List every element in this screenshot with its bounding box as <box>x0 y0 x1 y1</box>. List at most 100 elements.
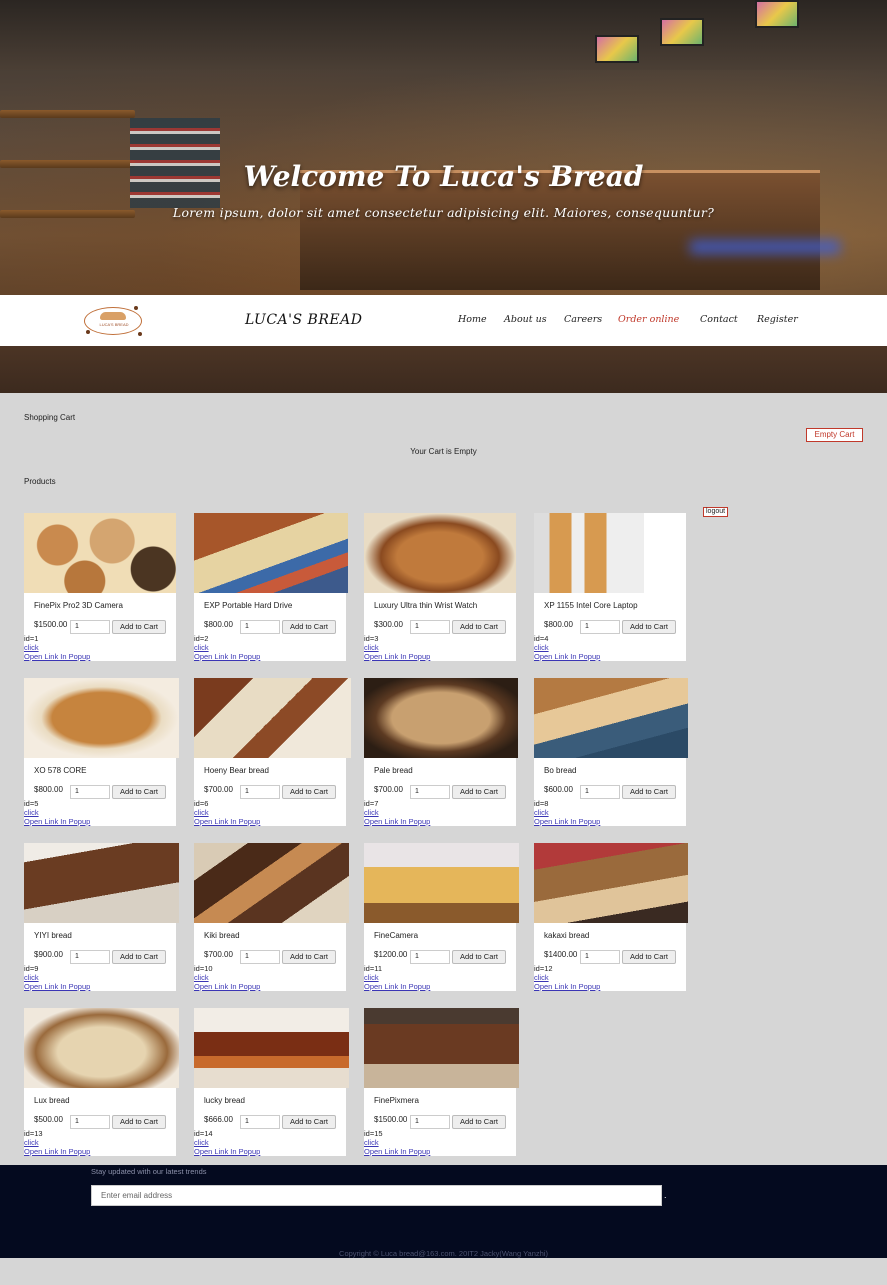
product-price: $600.00 <box>544 785 573 794</box>
nav-about-us[interactable]: About us <box>504 314 547 325</box>
nav-contact[interactable]: Contact <box>700 314 738 325</box>
product-image[interactable] <box>364 513 516 593</box>
product-image[interactable] <box>24 843 179 923</box>
add-to-cart-button[interactable]: Add to Cart <box>452 950 506 964</box>
open-popup-link[interactable]: Open Link In Popup <box>194 1147 260 1156</box>
product-click-link[interactable]: click <box>364 643 430 652</box>
product-price: $1200.00 <box>374 950 408 959</box>
product-click-link[interactable]: click <box>364 1138 430 1147</box>
product-price: $666.00 <box>204 1115 233 1124</box>
quantity-input[interactable]: 1 <box>410 950 450 964</box>
footer: Stay updated with our latest trends Ente… <box>0 1165 887 1258</box>
nav-careers[interactable]: Careers <box>564 314 602 325</box>
nav-home[interactable]: Home <box>458 314 487 325</box>
product-click-link[interactable]: click <box>194 808 260 817</box>
product-image[interactable] <box>24 1008 179 1088</box>
open-popup-link[interactable]: Open Link In Popup <box>534 982 600 991</box>
quantity-input[interactable]: 1 <box>70 620 110 634</box>
product-click-link[interactable]: click <box>194 973 260 982</box>
product-click-link[interactable]: click <box>534 643 600 652</box>
product-card: XP 1155 Intel Core Laptop $800.00 1 Add to … <box>534 513 686 661</box>
product-image[interactable] <box>24 513 176 593</box>
add-to-cart-button[interactable]: Add to Cart <box>282 785 336 799</box>
add-to-cart-button[interactable]: Add to Cart <box>452 620 506 634</box>
quantity-input[interactable]: 1 <box>410 620 450 634</box>
hero-tagline: Lorem ipsum, dolor sit amet consectetur … <box>172 205 715 220</box>
nav-order-online[interactable]: Order online <box>618 314 679 325</box>
quantity-input[interactable]: 1 <box>240 1115 280 1129</box>
open-popup-link[interactable]: Open Link In Popup <box>534 652 600 661</box>
product-id: id=7 <box>364 799 379 808</box>
add-to-cart-button[interactable]: Add to Cart <box>112 620 166 634</box>
add-to-cart-button[interactable]: Add to Cart <box>282 950 336 964</box>
quantity-input[interactable]: 1 <box>580 785 620 799</box>
add-to-cart-button[interactable]: Add to Cart <box>112 950 166 964</box>
product-click-link[interactable]: click <box>24 973 90 982</box>
quantity-input[interactable]: 1 <box>70 785 110 799</box>
product-image[interactable] <box>364 1008 519 1088</box>
email-input[interactable]: Enter email address <box>91 1185 662 1206</box>
product-card: kakaxi bread $1400.00 1 Add to Cart id=12 cli… <box>534 843 688 991</box>
product-image[interactable] <box>534 843 688 923</box>
product-image[interactable] <box>364 678 518 758</box>
open-popup-link[interactable]: Open Link In Popup <box>364 817 430 826</box>
quantity-input[interactable]: 1 <box>410 1115 450 1129</box>
brand-logo[interactable]: LUCA'S BREAD <box>82 304 144 338</box>
open-popup-link[interactable]: Open Link In Popup <box>194 817 260 826</box>
quantity-input[interactable]: 1 <box>240 950 280 964</box>
product-click-link[interactable]: click <box>194 1138 260 1147</box>
quantity-input[interactable]: 1 <box>70 950 110 964</box>
open-popup-link[interactable]: Open Link In Popup <box>24 982 90 991</box>
add-to-cart-button[interactable]: Add to Cart <box>282 1115 336 1129</box>
product-click-link[interactable]: click <box>534 973 600 982</box>
empty-cart-button[interactable]: Empty Cart <box>806 428 863 442</box>
open-popup-link[interactable]: Open Link In Popup <box>24 817 90 826</box>
logout-button[interactable]: logout <box>703 507 729 517</box>
open-popup-link[interactable]: Open Link In Popup <box>24 1147 90 1156</box>
add-to-cart-button[interactable]: Add to Cart <box>112 785 166 799</box>
product-image[interactable] <box>194 678 351 758</box>
product-click-link[interactable]: click <box>534 808 600 817</box>
product-image[interactable] <box>194 843 349 923</box>
product-name: YIYI bread <box>34 931 72 940</box>
product-click-link[interactable]: click <box>24 1138 90 1147</box>
quantity-input[interactable]: 1 <box>240 785 280 799</box>
product-image[interactable] <box>364 843 519 923</box>
open-popup-link[interactable]: Open Link In Popup <box>194 652 260 661</box>
product-click-link[interactable]: click <box>24 643 90 652</box>
product-image[interactable] <box>194 1008 349 1088</box>
product-click-link[interactable]: click <box>194 643 260 652</box>
quantity-input[interactable]: 1 <box>240 620 280 634</box>
hero-shelf <box>0 110 135 118</box>
product-image[interactable] <box>24 678 179 758</box>
quantity-input[interactable]: 1 <box>410 785 450 799</box>
add-to-cart-button[interactable]: Add to Cart <box>622 620 676 634</box>
product-image[interactable] <box>534 678 688 758</box>
add-to-cart-button[interactable]: Add to Cart <box>622 950 676 964</box>
add-to-cart-button[interactable]: Add to Cart <box>282 620 336 634</box>
product-name: EXP Portable Hard Drive <box>204 601 293 610</box>
copyright-text: Copyright © Luca bread@163.com. 20IT2 Ja… <box>339 1249 548 1258</box>
quantity-input[interactable]: 1 <box>580 950 620 964</box>
open-popup-link[interactable]: Open Link In Popup <box>24 652 90 661</box>
open-popup-link[interactable]: Open Link In Popup <box>364 982 430 991</box>
open-popup-link[interactable]: Open Link In Popup <box>534 817 600 826</box>
open-popup-link[interactable]: Open Link In Popup <box>364 652 430 661</box>
quantity-input[interactable]: 1 <box>580 620 620 634</box>
product-image[interactable] <box>194 513 348 593</box>
add-to-cart-button[interactable]: Add to Cart <box>112 1115 166 1129</box>
add-to-cart-button[interactable]: Add to Cart <box>452 1115 506 1129</box>
add-to-cart-button[interactable]: Add to Cart <box>622 785 676 799</box>
quantity-input[interactable]: 1 <box>70 1115 110 1129</box>
open-popup-link[interactable]: Open Link In Popup <box>194 982 260 991</box>
product-click-link[interactable]: click <box>364 973 430 982</box>
open-popup-link[interactable]: Open Link In Popup <box>364 1147 430 1156</box>
product-click-link[interactable]: click <box>24 808 90 817</box>
product-price: $700.00 <box>374 785 403 794</box>
product-image[interactable] <box>534 513 644 593</box>
hero-light <box>690 240 840 254</box>
product-click-link[interactable]: click <box>364 808 430 817</box>
product-name: lucky bread <box>204 1096 245 1105</box>
add-to-cart-button[interactable]: Add to Cart <box>452 785 506 799</box>
nav-register[interactable]: Register <box>757 314 798 325</box>
